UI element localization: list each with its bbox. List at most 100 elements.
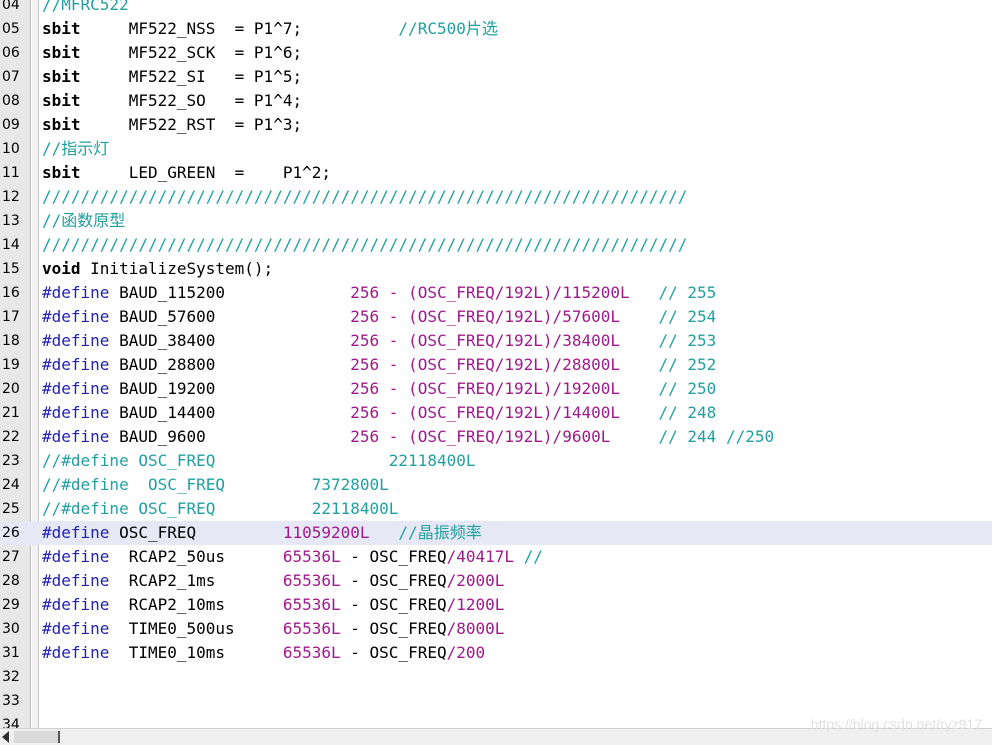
code-line[interactable]: 16 #define BAUD_115200 256 - (OSC_FREQ/19… <box>0 281 992 305</box>
line-number: 04 <box>2 0 20 13</box>
code-token: InitializeSystem(); <box>80 259 274 278</box>
code-token: /2000L <box>446 571 505 590</box>
code-line[interactable]: 29 #define RCAP2_10ms 65536L - OSC_FREQ/1… <box>0 593 992 617</box>
code-line[interactable]: 21 #define BAUD_14400 256 - (OSC_FREQ/192… <box>0 401 992 425</box>
code-token: MF522_NSS = P1^7; <box>80 19 399 38</box>
code-token: /8000L <box>446 619 505 638</box>
line-number: 17 <box>2 309 20 325</box>
code-line[interactable]: 27 #define RCAP2_50us 65536L - OSC_FREQ/4… <box>0 545 992 569</box>
code-token: //晶振频率 <box>398 523 482 542</box>
code-token: OSC_FREQ <box>109 523 283 542</box>
code-line[interactable]: 04 //MFRC522 <box>0 0 992 17</box>
code-line[interactable]: 26 #define OSC_FREQ 11059200L //晶振频率 <box>0 521 992 545</box>
code-token: OSC_FREQ <box>369 571 447 590</box>
code-line[interactable]: 31 #define TIME0_10ms 65536L - OSC_FREQ/2… <box>0 641 992 665</box>
code-token: #define <box>42 571 110 590</box>
code-line[interactable]: 22 #define BAUD_9600 256 - (OSC_FREQ/192L… <box>0 425 992 449</box>
code-line[interactable]: 18 #define BAUD_38400 256 - (OSC_FREQ/192… <box>0 329 992 353</box>
code-token: // <box>523 547 543 566</box>
line-number: 19 <box>2 357 20 373</box>
code-line[interactable]: 14 //////////////////////////////////////… <box>0 233 992 257</box>
code-token: // 254 <box>658 307 717 326</box>
code-token: LED_GREEN = P1^2; <box>80 163 331 182</box>
code-text: sbit LED_GREEN = P1^2; <box>42 161 331 185</box>
code-line[interactable]: 12 //////////////////////////////////////… <box>0 185 992 209</box>
code-text: sbit MF522_SCK = P1^6; <box>42 41 302 65</box>
code-token: 256 - (OSC_FREQ/192L)/57600L <box>350 307 659 326</box>
code-text: #define BAUD_9600 256 - (OSC_FREQ/192L)/… <box>42 425 774 449</box>
code-editor[interactable]: 04//MFRC522 05 sbit MF522_NSS = P1^7; //RC… <box>0 0 992 728</box>
code-text: //函数原型 <box>42 209 125 233</box>
code-token: - <box>340 595 370 614</box>
code-line[interactable]: 06 sbit MF522_SCK = P1^6; <box>0 41 992 65</box>
code-token: 65536L <box>282 547 341 566</box>
line-number: 31 <box>2 645 20 661</box>
code-token: - <box>340 619 370 638</box>
code-token: - <box>340 547 370 566</box>
code-line[interactable]: 05 sbit MF522_NSS = P1^7; //RC500片选 <box>0 17 992 41</box>
code-line[interactable]: 07 sbit MF522_SI = P1^5; <box>0 65 992 89</box>
scrollbar-thumb[interactable] <box>14 731 60 743</box>
line-number: 23 <box>2 453 20 469</box>
code-line[interactable]: 15 void InitializeSystem(); <box>0 257 992 281</box>
code-token: //函数原型 <box>42 211 126 230</box>
line-number: 06 <box>2 45 20 61</box>
code-line[interactable]: 11 sbit LED_GREEN = P1^2; <box>0 161 992 185</box>
code-line[interactable]: 13 //函数原型 <box>0 209 992 233</box>
code-token: // 244 //250 <box>658 427 775 446</box>
scroll-left-arrow-icon[interactable] <box>2 731 9 743</box>
line-number: 08 <box>2 93 20 109</box>
line-number: 34 <box>2 717 20 728</box>
code-line[interactable]: 33 <box>0 689 992 713</box>
line-number: 26 <box>2 525 20 541</box>
code-token: 256 - (OSC_FREQ/192L)/9600L <box>350 427 659 446</box>
line-number: 13 <box>2 213 20 229</box>
code-line[interactable]: 09 sbit MF522_RST = P1^3; <box>0 113 992 137</box>
code-token: MF522_SI = P1^5; <box>80 67 303 86</box>
code-token: /200 <box>446 643 486 662</box>
line-number: 10 <box>2 141 20 157</box>
code-token: 65536L <box>282 571 341 590</box>
code-text: //#define OSC_FREQ 22118400L <box>42 497 398 521</box>
code-line[interactable]: 17 #define BAUD_57600 256 - (OSC_FREQ/192… <box>0 305 992 329</box>
line-number: 22 <box>2 429 20 445</box>
line-number: 24 <box>2 477 20 493</box>
line-number: 07 <box>2 69 20 85</box>
code-token: #define <box>42 427 110 446</box>
code-line[interactable]: 32 <box>0 665 992 689</box>
code-token: #define <box>42 619 110 638</box>
code-line[interactable]: 23 //#define OSC_FREQ 22118400L <box>0 449 992 473</box>
code-line[interactable]: 08 sbit MF522_SO = P1^4; <box>0 89 992 113</box>
code-token: - <box>340 571 370 590</box>
code-text: sbit MF522_SO = P1^4; <box>42 89 302 113</box>
code-line[interactable]: 19 #define BAUD_28800 256 - (OSC_FREQ/192… <box>0 353 992 377</box>
code-token: void <box>42 259 81 278</box>
line-number: 05 <box>2 21 20 37</box>
code-token: TIME0_500us <box>109 619 283 638</box>
code-token: 11059200L <box>282 523 399 542</box>
code-token: OSC_FREQ <box>369 547 447 566</box>
code-token: ////////////////////////////////////////… <box>42 235 688 254</box>
code-line[interactable]: 25 //#define OSC_FREQ 22118400L <box>0 497 992 521</box>
code-token: 256 - (OSC_FREQ/192L)/28800L <box>350 355 659 374</box>
line-number: 12 <box>2 189 20 205</box>
code-text: #define TIME0_10ms 65536L - OSC_FREQ/200 <box>42 641 485 665</box>
code-token: sbit <box>42 19 81 38</box>
code-line[interactable]: 28 #define RCAP2_1ms 65536L - OSC_FREQ/20… <box>0 569 992 593</box>
code-token: #define <box>42 547 110 566</box>
code-text: #define TIME0_500us 65536L - OSC_FREQ/80… <box>42 617 504 641</box>
code-text: void InitializeSystem(); <box>42 257 273 281</box>
code-text: //#define OSC_FREQ 7372800L <box>42 473 389 497</box>
code-token: // 255 <box>658 283 717 302</box>
code-line[interactable]: 10 //指示灯 <box>0 137 992 161</box>
code-text: sbit MF522_RST = P1^3; <box>42 113 302 137</box>
code-token: #define <box>42 355 110 374</box>
code-token: 65536L <box>282 619 341 638</box>
code-text: sbit MF522_SI = P1^5; <box>42 65 302 89</box>
code-line[interactable]: 20 #define BAUD_19200 256 - (OSC_FREQ/192… <box>0 377 992 401</box>
code-line[interactable]: 30 #define TIME0_500us 65536L - OSC_FREQ/… <box>0 617 992 641</box>
code-token: /40417L <box>446 547 524 566</box>
code-token: //RC500片选 <box>398 19 498 38</box>
code-token: sbit <box>42 67 81 86</box>
code-line[interactable]: 24 //#define OSC_FREQ 7372800L <box>0 473 992 497</box>
